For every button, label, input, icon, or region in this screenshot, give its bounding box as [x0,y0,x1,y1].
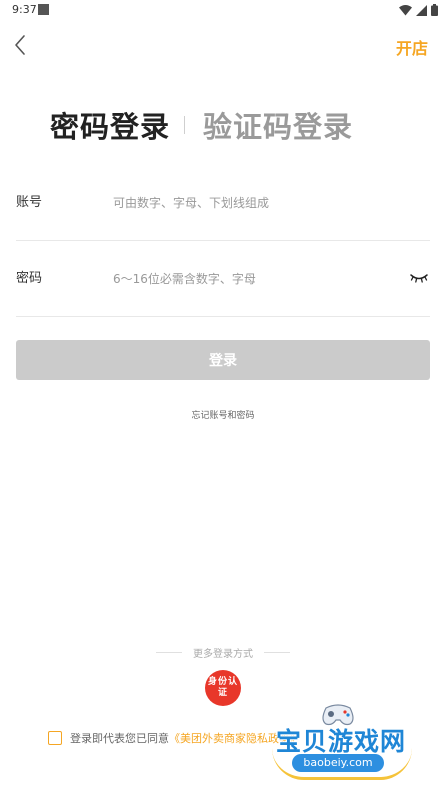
forgot-password-link[interactable]: 忘记账号和密码 [0,408,446,421]
tab-password-login[interactable]: 密码登录 [50,104,170,146]
watermark-url: baobeiy.com [292,754,384,772]
password-input[interactable] [113,241,393,317]
divider-line-left [156,651,182,653]
login-button[interactable]: 登录 [16,340,430,380]
signal-icon [416,4,427,16]
account-label: 账号 [16,195,43,210]
agreement-row: 登录即代表您已同意 《美团外卖商家隐私政策》 [48,730,301,746]
tab-divider [184,116,186,134]
watermark-logo: 宝贝游戏网 baobeiy.com [270,700,420,780]
tab-code-login[interactable]: 验证码登录 [203,104,353,146]
status-time: 9:37 [12,3,37,16]
account-field-row: 账号 [16,165,430,241]
notification-icon [38,4,49,15]
login-tabs: 密码登录 验证码登录 [50,104,353,146]
more-login-label: 更多登录方式 [193,648,253,660]
battery-icon [431,4,438,16]
wifi-icon [399,4,412,15]
eye-closed-icon[interactable] [410,271,428,285]
id-auth-button[interactable]: 身份认证 [205,670,241,706]
agreement-text: 登录即代表您已同意 [70,732,169,745]
open-shop-button[interactable]: 开店 [396,35,428,59]
password-label: 密码 [16,271,43,286]
status-icons [399,4,438,16]
more-login-divider: 更多登录方式 [156,645,290,660]
agreement-checkbox[interactable] [48,731,62,745]
password-field-row: 密码 [16,241,430,317]
chevron-left-icon [15,35,25,55]
account-input[interactable] [113,165,393,241]
back-button[interactable] [10,32,32,58]
status-bar: 9:37 [0,0,446,22]
divider-line-right [264,651,290,653]
